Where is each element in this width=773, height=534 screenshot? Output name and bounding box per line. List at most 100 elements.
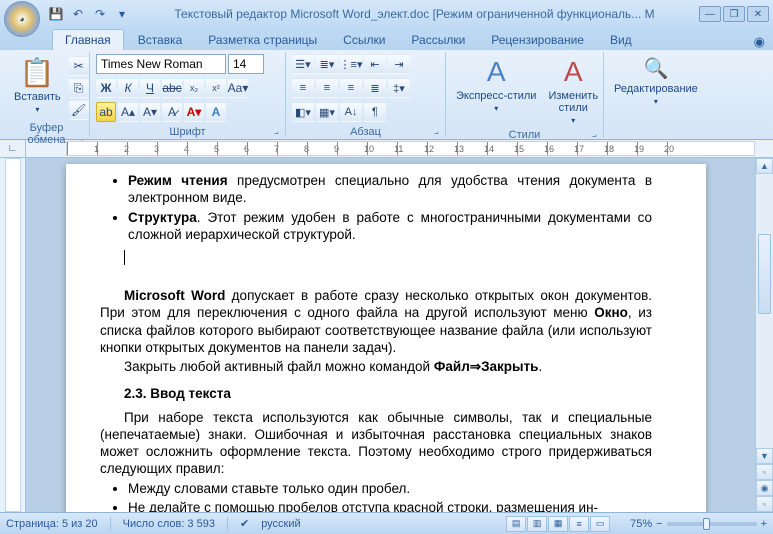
- tab-insert[interactable]: Вставка: [126, 30, 195, 50]
- language-indicator[interactable]: русский: [261, 518, 300, 530]
- window-title: Текстовый редактор Microsoft Word_элект.…: [130, 7, 699, 21]
- align-center-button[interactable]: ≡: [316, 78, 338, 98]
- align-left-button[interactable]: ≡: [292, 78, 314, 98]
- quick-styles-label: Экспресс-стили: [456, 90, 536, 102]
- print-layout-view-icon[interactable]: ▤: [506, 516, 526, 532]
- redo-icon[interactable]: ↷: [92, 6, 108, 22]
- zoom-in-button[interactable]: +: [761, 518, 767, 530]
- full-screen-view-icon[interactable]: ▥: [527, 516, 547, 532]
- superscript-button[interactable]: x²: [206, 78, 226, 98]
- font-size-input[interactable]: [228, 54, 264, 74]
- zoom-slider[interactable]: [667, 522, 757, 526]
- show-marks-button[interactable]: ¶: [364, 102, 386, 122]
- prev-page-icon[interactable]: ◦: [756, 464, 773, 480]
- group-label-paragraph: Абзац: [292, 124, 439, 140]
- draft-view-icon[interactable]: ▭: [590, 516, 610, 532]
- grow-font-button[interactable]: A▴: [118, 102, 138, 122]
- undo-icon[interactable]: ↶: [70, 6, 86, 22]
- list-item: Между словами ставьте только один пробел…: [128, 480, 652, 497]
- page-indicator[interactable]: Страница: 5 из 20: [6, 518, 98, 530]
- restore-button[interactable]: ❐: [723, 6, 745, 22]
- clear-format-button[interactable]: A̷: [162, 102, 182, 122]
- qat-more-icon[interactable]: ▾: [114, 6, 130, 22]
- borders-button[interactable]: ▦▾: [316, 102, 338, 122]
- copy-icon[interactable]: ⎘: [69, 78, 89, 98]
- title-bar: ◕ 💾 ↶ ↷ ▾ Текстовый редактор Microsoft W…: [0, 0, 773, 28]
- change-case-button[interactable]: Aa▾: [228, 78, 248, 98]
- outline-view-icon[interactable]: ≡: [569, 516, 589, 532]
- web-layout-view-icon[interactable]: ▦: [548, 516, 568, 532]
- sort-button[interactable]: A↓: [340, 102, 362, 122]
- strike-button[interactable]: abc: [162, 78, 182, 98]
- vertical-scrollbar[interactable]: ▲ ▼ ◦ ◉ ◦: [755, 158, 773, 512]
- word-count[interactable]: Число слов: 3 593: [123, 518, 215, 530]
- multilevel-button[interactable]: ⋮≡▾: [340, 54, 362, 74]
- tab-mailings[interactable]: Рассылки: [399, 30, 477, 50]
- paste-icon: 📋: [20, 56, 55, 89]
- horizontal-ruler-area: ∟ 1234567891011121314151617181920: [0, 140, 773, 158]
- font-name-input[interactable]: [96, 54, 226, 74]
- group-clipboard: 📋 Вставить ▾ ✂ ⎘ 🖌 Буфер обмена: [4, 52, 90, 137]
- paste-button[interactable]: 📋 Вставить ▾: [10, 54, 65, 116]
- list-item: Не делайте с помощью пробелов отступа кр…: [128, 499, 652, 512]
- quick-styles-icon: A: [487, 56, 506, 88]
- document-page[interactable]: Режим чтения предусмотрен специально для…: [66, 164, 706, 512]
- browse-object-icon[interactable]: ◉: [756, 480, 773, 496]
- help-icon[interactable]: ◉: [754, 34, 765, 50]
- zoom-level[interactable]: 75%: [630, 518, 652, 530]
- text-effects-button[interactable]: A: [206, 102, 226, 122]
- next-page-icon[interactable]: ◦: [756, 496, 773, 512]
- scroll-down-icon[interactable]: ▼: [756, 448, 773, 464]
- group-label-font: Шрифт: [96, 124, 279, 140]
- scroll-track[interactable]: [756, 174, 773, 448]
- scroll-thumb[interactable]: [758, 234, 771, 314]
- ribbon-tabs: Главная Вставка Разметка страницы Ссылки…: [0, 28, 773, 50]
- vertical-ruler[interactable]: [0, 158, 26, 512]
- align-justify-button[interactable]: ≣: [364, 78, 386, 98]
- tab-view[interactable]: Вид: [598, 30, 644, 50]
- font-color-button[interactable]: A▾: [184, 102, 204, 122]
- numbering-button[interactable]: ≣▾: [316, 54, 338, 74]
- bold-button[interactable]: Ж: [96, 78, 116, 98]
- tab-page-layout[interactable]: Разметка страницы: [196, 30, 329, 50]
- text-caret: [124, 250, 125, 265]
- format-painter-icon[interactable]: 🖌: [69, 100, 89, 120]
- zoom-thumb[interactable]: [703, 518, 710, 530]
- scroll-up-icon[interactable]: ▲: [756, 158, 773, 174]
- tab-review[interactable]: Рецензирование: [479, 30, 596, 50]
- shrink-font-button[interactable]: A▾: [140, 102, 160, 122]
- bullets-button[interactable]: ☰▾: [292, 54, 314, 74]
- underline-button[interactable]: Ч: [140, 78, 160, 98]
- paragraph: При наборе текста используются как обычн…: [100, 409, 652, 478]
- horizontal-ruler[interactable]: 1234567891011121314151617181920: [66, 141, 755, 156]
- highlight-button[interactable]: ab: [96, 102, 116, 122]
- editing-button[interactable]: 🔍 Редактирование ▾: [610, 54, 702, 108]
- subscript-button[interactable]: x₂: [184, 78, 204, 98]
- office-button[interactable]: ◕: [4, 1, 40, 37]
- change-styles-label: Изменить стили: [548, 90, 598, 114]
- zoom-out-button[interactable]: −: [656, 518, 662, 530]
- tab-home[interactable]: Главная: [52, 29, 124, 50]
- minimize-button[interactable]: —: [699, 6, 721, 22]
- close-button[interactable]: ✕: [747, 6, 769, 22]
- align-right-button[interactable]: ≡: [340, 78, 362, 98]
- group-styles: A Экспресс-стили ▾ A Изменить стили ▾ Ст…: [446, 52, 604, 137]
- italic-button[interactable]: К: [118, 78, 138, 98]
- quick-styles-button[interactable]: A Экспресс-стили ▾: [452, 54, 540, 115]
- decrease-indent-button[interactable]: ⇤: [364, 54, 386, 74]
- change-styles-icon: A: [564, 56, 583, 88]
- save-icon[interactable]: 💾: [48, 6, 64, 22]
- zoom-controls: 75% − +: [630, 518, 767, 530]
- document-area: Режим чтения предусмотрен специально для…: [0, 158, 773, 512]
- line-spacing-button[interactable]: ‡▾: [388, 78, 410, 98]
- shading-button[interactable]: ◧▾: [292, 102, 314, 122]
- proofing-icon[interactable]: ✔: [240, 517, 249, 530]
- increase-indent-button[interactable]: ⇥: [388, 54, 410, 74]
- tab-references[interactable]: Ссылки: [331, 30, 397, 50]
- window-controls: — ❐ ✕: [699, 6, 769, 22]
- paragraph: Закрыть любой активный файл можно команд…: [100, 358, 652, 375]
- cut-icon[interactable]: ✂: [69, 56, 89, 76]
- group-font: Ж К Ч abc x₂ x² Aa▾ ab A▴ A▾ A̷ A▾ A Шри…: [90, 52, 286, 137]
- change-styles-button[interactable]: A Изменить стили ▾: [544, 54, 602, 127]
- quick-access-toolbar: 💾 ↶ ↷ ▾: [48, 6, 130, 22]
